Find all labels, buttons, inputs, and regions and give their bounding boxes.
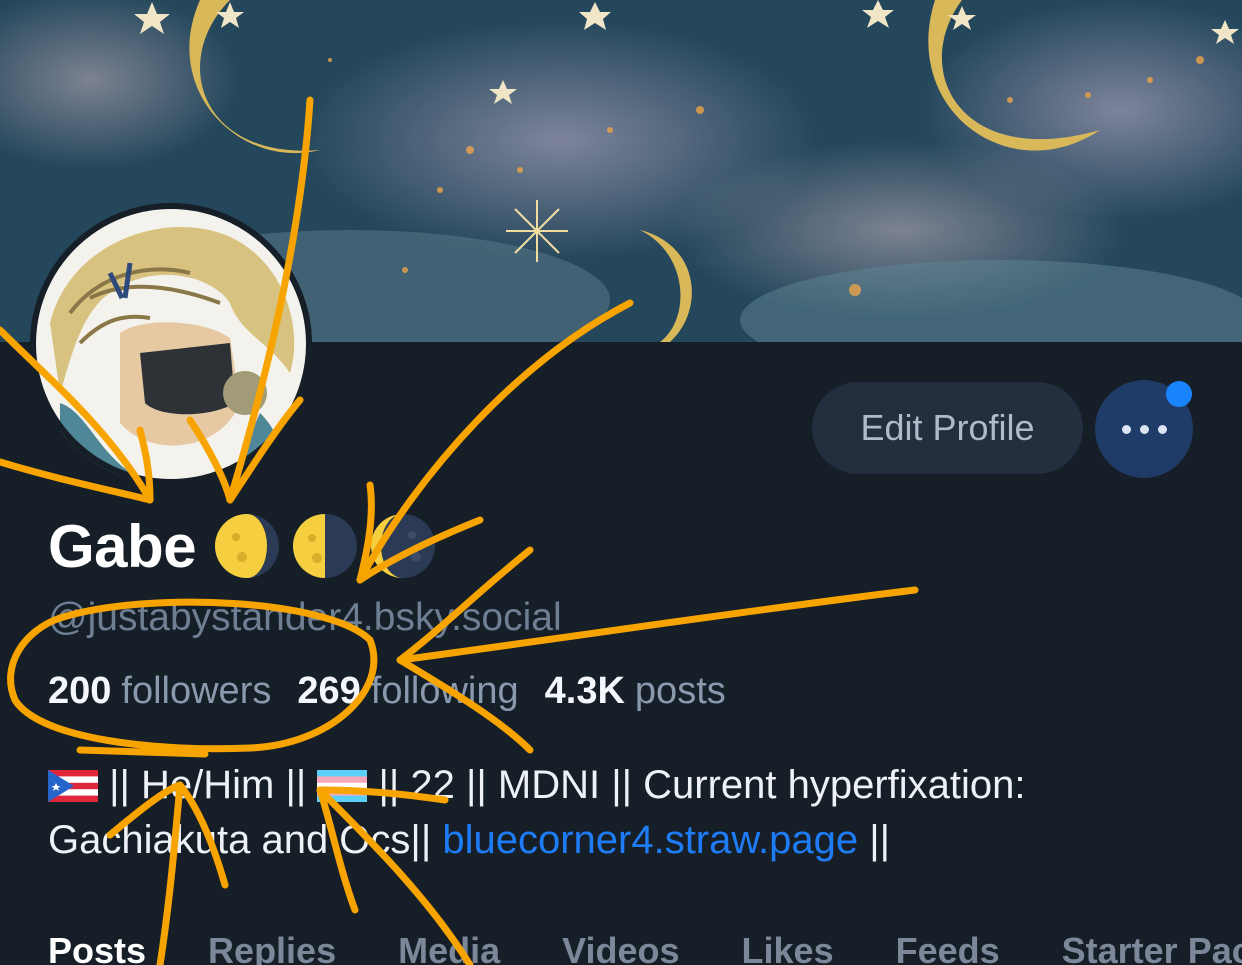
profile-tabs: Posts Replies Media Videos Likes Feeds S… (48, 930, 1242, 965)
bio-pronouns: || He/Him || (109, 763, 307, 807)
last-quarter-moon-icon (293, 514, 358, 578)
profile-stats: 200 followers 269 following 4.3K posts (48, 670, 752, 713)
tab-likes[interactable]: Likes (742, 930, 834, 965)
tab-feeds[interactable]: Feeds (896, 930, 1000, 965)
display-name: Gabe (48, 512, 197, 580)
puerto-rico-flag-icon (48, 770, 98, 802)
display-name-row: Gabe (48, 508, 448, 584)
bio-trailing-separator: || (869, 818, 891, 862)
profile-bio: || He/Him || || 22 || MDNI || Current hy… (48, 758, 1218, 868)
posts-stat: 4.3K posts (545, 670, 726, 713)
followers-label: followers (121, 670, 272, 712)
following-label: following (370, 670, 519, 712)
waning-gibbous-moon-icon (215, 514, 280, 578)
following-stat[interactable]: 269 following (297, 670, 518, 713)
posts-count: 4.3K (544, 670, 625, 712)
edit-profile-button[interactable]: Edit Profile (812, 382, 1083, 474)
avatar-illustration (30, 203, 312, 485)
posts-label: posts (634, 670, 726, 712)
bio-website-link[interactable]: bluecorner4.straw.page (442, 818, 858, 862)
ellipsis-icon (1121, 424, 1167, 434)
profile-page: Edit Profile Gabe @justabystander4.bsky.… (0, 0, 1242, 965)
tab-media[interactable]: Media (398, 930, 500, 965)
tab-starter-packs[interactable]: Starter Packs (1062, 930, 1242, 965)
waning-crescent-moon-icon (371, 514, 436, 578)
avatar[interactable] (30, 203, 312, 485)
followers-stat[interactable]: 200 followers (48, 670, 271, 713)
notification-dot (1166, 381, 1192, 407)
transgender-flag-icon (317, 770, 368, 802)
tab-replies[interactable]: Replies (208, 930, 336, 965)
profile-handle: @justabystander4.bsky.social (48, 596, 562, 639)
annotation-underline (76, 746, 209, 758)
tab-posts[interactable]: Posts (48, 930, 146, 965)
tab-videos[interactable]: Videos (562, 930, 679, 965)
following-count: 269 (297, 670, 361, 712)
followers-count: 200 (48, 670, 112, 712)
